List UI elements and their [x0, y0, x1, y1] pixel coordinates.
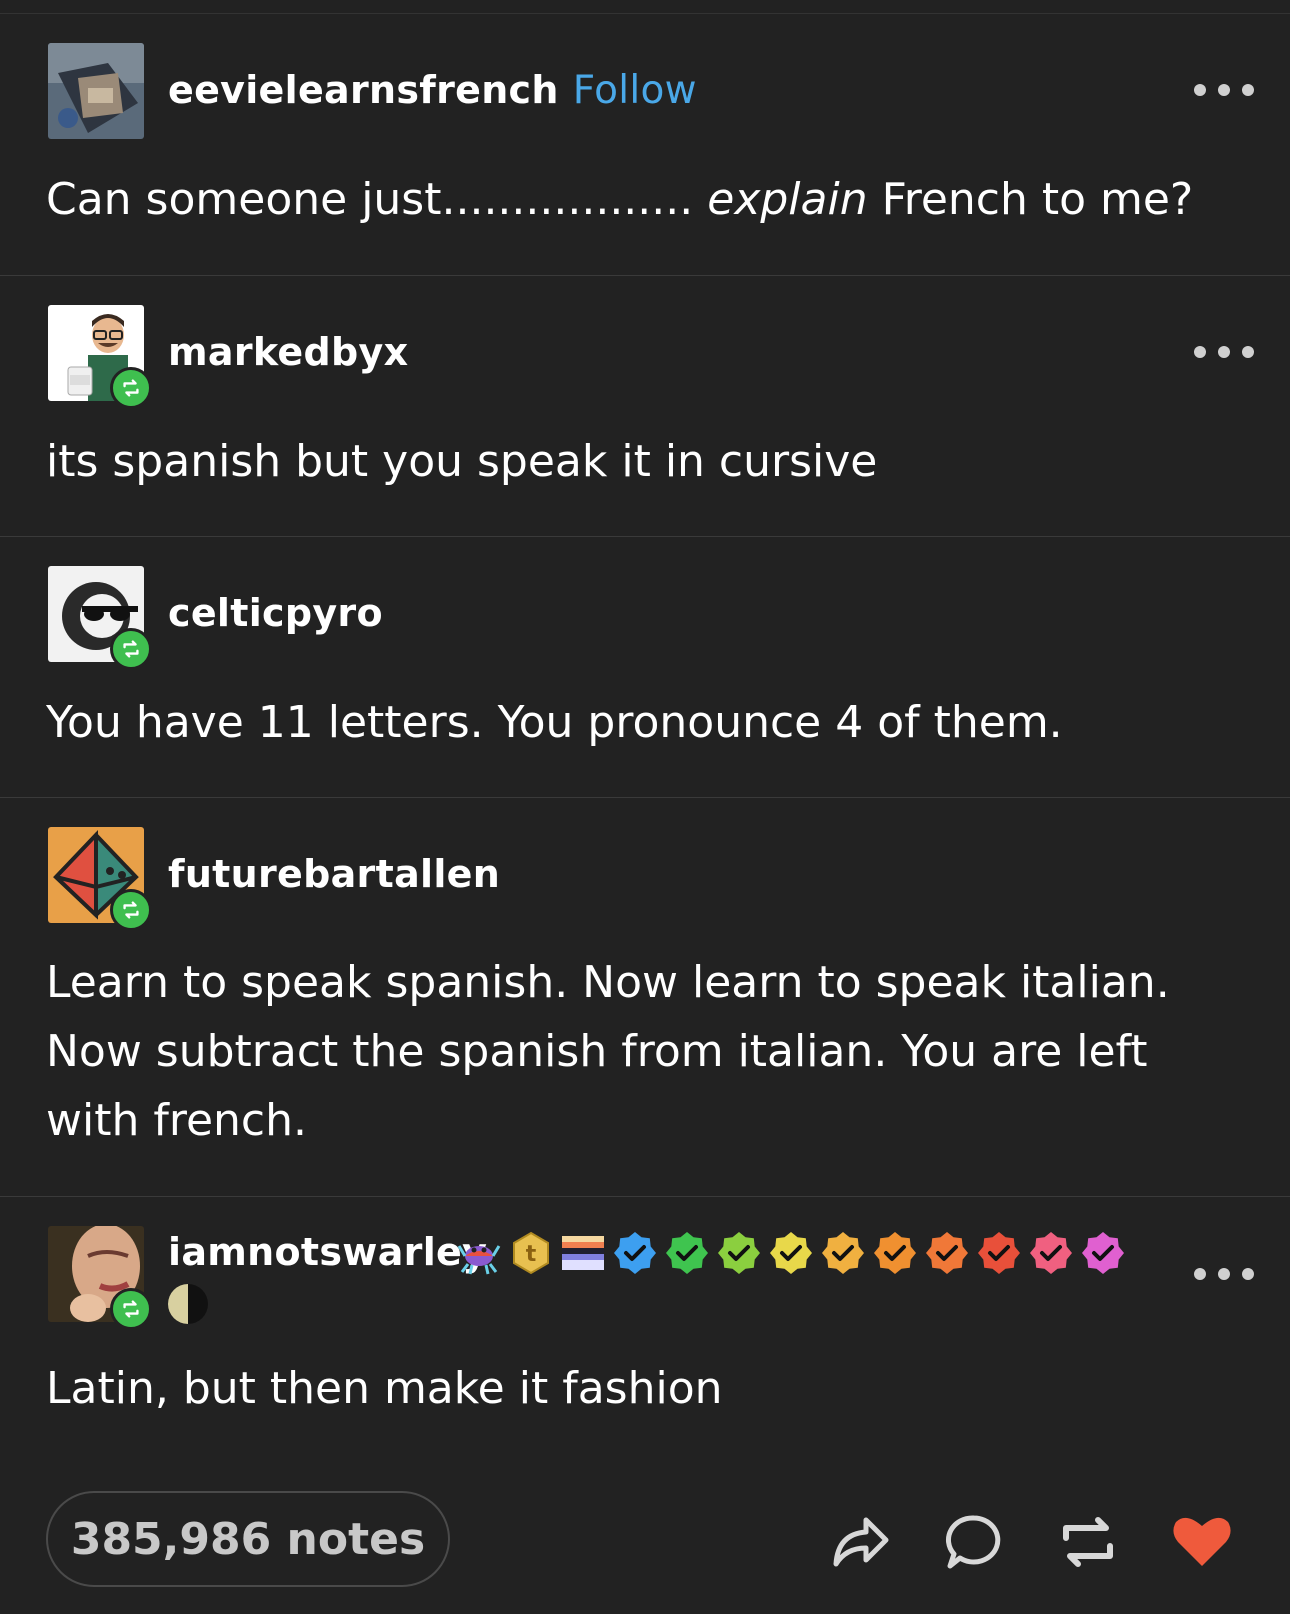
reblog-badge-icon — [110, 367, 152, 409]
badge-row: t — [456, 1228, 1126, 1278]
verified-badge-icon[interactable] — [872, 1230, 918, 1276]
post-text: You have 11 letters. You pronounce 4 of … — [46, 697, 1063, 748]
reblog-badge-icon — [110, 889, 152, 931]
more-options-icon[interactable] — [1194, 1264, 1254, 1284]
crab-badge-icon[interactable] — [456, 1230, 502, 1276]
post-text: Can someone just.................. expla… — [46, 165, 1256, 234]
svg-text:t: t — [526, 1242, 537, 1267]
reblog-badge-icon — [110, 1288, 152, 1330]
post-text-part: Can someone just.................. — [46, 174, 694, 225]
avatar[interactable] — [48, 566, 152, 670]
reblog-badge-icon — [110, 628, 152, 670]
follow-button[interactable]: Follow — [573, 68, 697, 113]
notes-count-button[interactable]: 385,986 notes — [46, 1491, 450, 1587]
post-text: Learn to speak spanish. Now learn to spe… — [46, 957, 1170, 1146]
verified-badge-icon[interactable] — [976, 1230, 1022, 1276]
reblog-icon[interactable] — [1056, 1510, 1120, 1574]
post-text-part: French to me? — [881, 174, 1194, 225]
avatar-image — [48, 43, 144, 139]
post-divider — [0, 797, 1290, 798]
post-divider — [0, 275, 1290, 276]
post-text: its spanish but you speak it in cursive — [46, 436, 878, 487]
verified-badge-icon[interactable] — [1080, 1230, 1126, 1276]
post-text: Latin, but then make it fashion — [46, 1363, 723, 1414]
post-divider — [0, 536, 1290, 537]
verified-badge-icon[interactable] — [924, 1230, 970, 1276]
username[interactable]: celticpyro — [168, 591, 383, 635]
top-divider — [0, 13, 1290, 14]
username[interactable]: markedbyx — [168, 330, 408, 374]
avatar[interactable] — [48, 43, 144, 139]
verified-badge-icon[interactable] — [612, 1230, 658, 1276]
share-icon[interactable] — [828, 1510, 892, 1574]
reply-icon[interactable] — [942, 1510, 1006, 1574]
avatar[interactable] — [48, 827, 152, 931]
username[interactable]: iamnotswarley — [168, 1230, 487, 1274]
avatar[interactable] — [48, 305, 152, 409]
tumblr-coin-badge-icon[interactable]: t — [508, 1230, 554, 1276]
post-divider — [0, 1196, 1290, 1197]
username-row: eevielearnsfrench Follow — [168, 68, 697, 113]
flag-badge-icon[interactable] — [560, 1230, 606, 1276]
username[interactable]: eevielearnsfrench — [168, 68, 559, 112]
verified-badge-icon[interactable] — [1028, 1230, 1074, 1276]
more-options-icon[interactable] — [1194, 342, 1254, 362]
username[interactable]: futurebartallen — [168, 852, 500, 896]
post-text-italic: explain — [707, 174, 868, 225]
verified-badge-icon[interactable] — [768, 1230, 814, 1276]
verified-badge-icon[interactable] — [820, 1230, 866, 1276]
avatar[interactable] — [48, 1226, 152, 1330]
like-heart-icon[interactable] — [1170, 1510, 1234, 1574]
verified-badge-icon[interactable] — [716, 1230, 762, 1276]
more-options-icon[interactable] — [1194, 80, 1254, 100]
verified-badge-icon[interactable] — [664, 1230, 710, 1276]
moon-badge-icon[interactable] — [166, 1282, 210, 1326]
